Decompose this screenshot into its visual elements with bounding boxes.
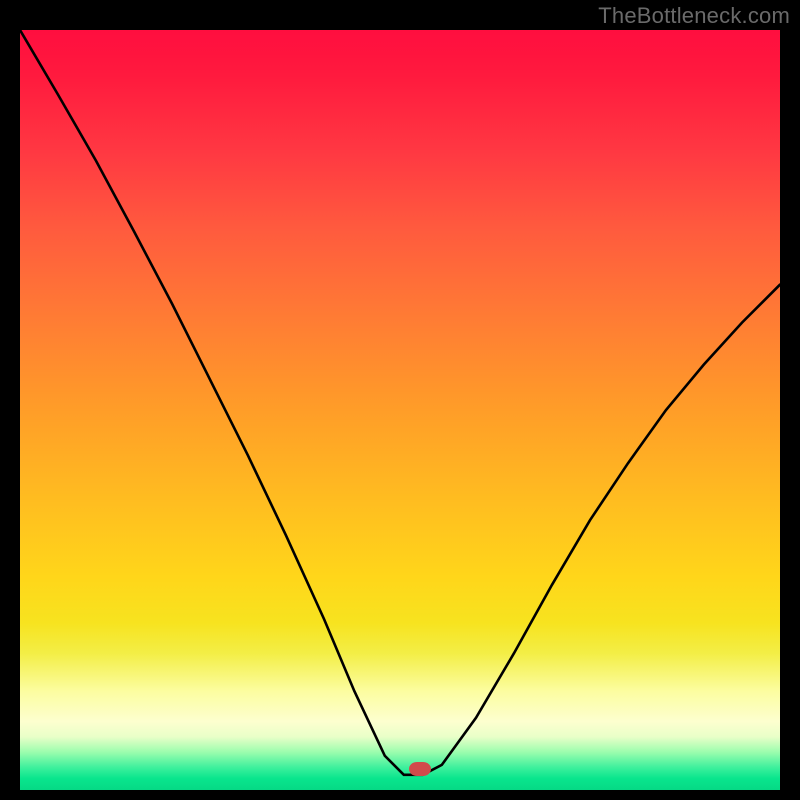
plot-area bbox=[20, 30, 780, 790]
minimum-marker bbox=[409, 762, 431, 776]
watermark-text: TheBottleneck.com bbox=[598, 3, 790, 29]
chart-frame: TheBottleneck.com bbox=[0, 0, 800, 800]
line-curve bbox=[20, 30, 780, 790]
curve-path bbox=[20, 30, 780, 775]
